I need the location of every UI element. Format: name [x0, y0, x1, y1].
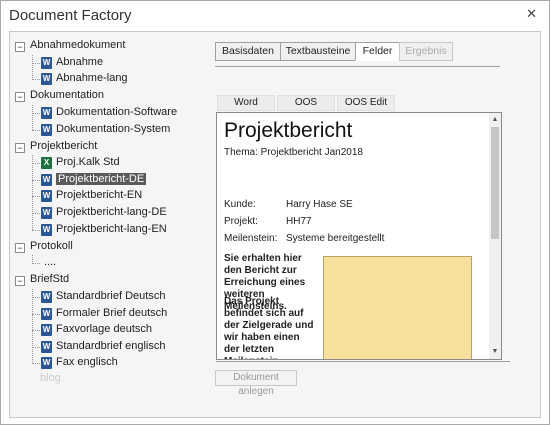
tree-item-label[interactable]: Dokumentation-Software: [56, 106, 177, 118]
word-icon: W: [41, 56, 52, 69]
document-factory-window: Document Factory ✕ − Abnahmedokument W Abna…: [0, 0, 550, 425]
preview-scrollbar[interactable]: ▲ ▼: [489, 113, 501, 359]
highlight-box: [323, 256, 472, 359]
word-icon: W: [41, 291, 52, 303]
tree-item-label[interactable]: Projektbericht-lang-DE: [56, 206, 167, 218]
document-preview[interactable]: Projektbericht Thema: Projektbericht Jan…: [216, 112, 502, 360]
excel-icon: X: [41, 157, 52, 170]
tree-connector: [32, 229, 40, 231]
tree-connector: [32, 163, 40, 165]
main-panel: − Abnahmedokument W Abnahme W Abnahme-lang − Do…: [9, 31, 541, 418]
window-title: Document Factory: [9, 7, 132, 24]
tree-connector: [32, 313, 40, 315]
field-value-projekt: HH77: [286, 216, 312, 227]
preview-divider: [216, 361, 510, 362]
tree-group-label[interactable]: BriefStd: [30, 273, 69, 285]
collapse-toggle-icon[interactable]: −: [15, 92, 25, 103]
tree-connector: [32, 263, 40, 265]
field-key-kunde: Kunde:: [224, 199, 256, 210]
watermark-text: blog: [40, 372, 61, 384]
tree-group-label[interactable]: Protokoll: [30, 240, 73, 252]
tree-connector: [32, 363, 40, 365]
field-value-kunde: Harry Hase SE: [286, 199, 353, 210]
field-key-projekt: Projekt:: [224, 216, 258, 227]
tree-item-label[interactable]: Standardbrief englisch: [56, 340, 165, 352]
tree-connector: [32, 62, 40, 64]
word-icon: W: [41, 223, 52, 236]
tree-connector: [32, 297, 40, 298]
tree-item-label[interactable]: Projektbericht-EN: [56, 189, 142, 201]
word-button[interactable]: Word: [217, 95, 275, 111]
word-icon: W: [41, 207, 52, 219]
close-icon[interactable]: ✕: [526, 6, 537, 22]
word-icon: W: [41, 340, 52, 353]
tree-item-label[interactable]: Formaler Brief deutsch: [56, 307, 167, 319]
collapse-toggle-icon[interactable]: −: [15, 142, 25, 153]
tree-connector: [32, 104, 33, 131]
tree-item-label[interactable]: Abnahme-lang: [56, 72, 128, 84]
tree-connector: [32, 330, 40, 332]
word-icon: W: [41, 173, 52, 186]
scroll-thumb[interactable]: [491, 127, 499, 239]
tab-strip-line: [215, 66, 500, 67]
field-value-meilenstein: Systeme bereitgestellt: [286, 233, 385, 244]
tree-item-label[interactable]: Dokumentation-System: [56, 123, 170, 135]
tree-connector: [32, 155, 33, 231]
tree-group-label[interactable]: Abnahmedokument: [30, 39, 125, 51]
tree-connector: [32, 112, 40, 114]
tree-item-label[interactable]: Standardbrief Deutsch: [56, 290, 165, 302]
field-key-meilenstein: Meilenstein:: [224, 233, 278, 244]
tab-felder[interactable]: Felder: [355, 42, 400, 61]
word-icon: W: [41, 190, 52, 203]
tree-connector: [32, 255, 33, 264]
tree-connector: [32, 54, 33, 80]
word-icon: W: [41, 307, 52, 320]
tab-ergebnis: Ergebnis: [399, 42, 453, 61]
preview-paragraph-2: Das Projekt befindet sich auf der Zielge…: [224, 296, 314, 359]
oos-edit-button[interactable]: OOS Edit: [337, 95, 395, 111]
collapse-toggle-icon[interactable]: −: [15, 42, 25, 52]
tree-item-label[interactable]: Faxvorlage deutsch: [56, 323, 152, 335]
tree-item-label[interactable]: ....: [44, 256, 56, 268]
scroll-up-icon[interactable]: ▲: [490, 115, 500, 125]
tree-item-label[interactable]: Projektbericht-lang-EN: [56, 223, 167, 235]
tree-item-label[interactable]: Fax englisch: [56, 356, 118, 368]
tree-item-label[interactable]: Proj.Kalk Std: [56, 156, 120, 168]
create-document-button[interactable]: Dokument anlegen: [215, 370, 297, 397]
tab-textbausteine[interactable]: Textbausteine: [280, 42, 356, 61]
word-icon: W: [41, 73, 52, 86]
tree-group-label[interactable]: Projektbericht: [30, 140, 97, 152]
collapse-toggle-icon[interactable]: −: [15, 242, 25, 253]
word-icon: W: [41, 123, 52, 136]
tree-item-label[interactable]: Projektbericht-DE: [56, 172, 147, 185]
tree-connector: [32, 179, 40, 181]
preview-subtitle: Thema: Projektbericht Jan2018: [224, 147, 363, 158]
tree-connector: [32, 346, 40, 348]
tree-connector: [32, 289, 33, 364]
collapse-toggle-icon[interactable]: −: [15, 276, 25, 287]
tree-connector: [32, 213, 40, 214]
oos-button[interactable]: OOS: [277, 95, 335, 111]
tab-basisdaten[interactable]: Basisdaten: [215, 42, 281, 61]
tree-item-label[interactable]: Abnahme: [56, 56, 103, 68]
word-icon: W: [41, 324, 52, 337]
template-tree: − Abnahmedokument W Abnahme W Abnahme-lang − Do…: [10, 32, 210, 415]
tree-connector: [32, 196, 40, 198]
tree-connector: [32, 129, 40, 131]
tree-connector: [32, 79, 40, 81]
tree-group-label[interactable]: Dokumentation: [30, 89, 104, 101]
word-icon: W: [41, 357, 52, 370]
preview-title: Projektbericht: [224, 119, 353, 142]
word-icon: W: [41, 106, 52, 119]
scroll-down-icon[interactable]: ▼: [490, 347, 500, 357]
